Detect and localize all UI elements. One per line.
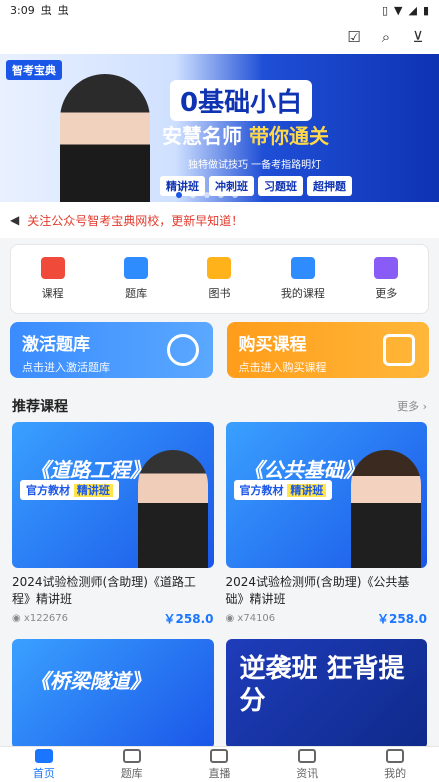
teacher-photo <box>137 450 208 568</box>
notification-icon: 虫 <box>40 4 52 17</box>
speaker-icon: ◀ <box>10 213 20 227</box>
notification-icon: 虫 <box>57 4 69 17</box>
banner-tag: 超押题 <box>307 176 352 196</box>
notice-text: 关注公众号智考宝典网校，更新早知道！ <box>27 213 244 228</box>
carousel-indicator <box>176 192 238 198</box>
open-book-icon <box>383 334 415 366</box>
promo-banner[interactable]: 智考宝典 0基础小白 安慧名师 带你通关 独特做试技巧 一备考指路明灯 精讲班 … <box>0 54 439 202</box>
course-cover: 《公共基础》 官方教材 精讲班 <box>225 422 427 568</box>
tab-question-bank[interactable]: 题库 <box>121 748 143 781</box>
more-icon <box>374 257 399 279</box>
tab-mine[interactable]: 我的 <box>384 748 406 781</box>
book-icon <box>207 257 232 279</box>
brand-logo: 智考宝典 <box>6 60 62 80</box>
question-bank-tab-icon <box>122 748 141 763</box>
course-grid: 《道路工程》 官方教材 精讲班 2024试验检测师(含助理)《道路工程》精讲班 … <box>0 422 439 627</box>
course-icon <box>40 257 65 279</box>
nav-item-book[interactable]: 图书 <box>184 257 254 301</box>
carousel-dot[interactable] <box>190 192 196 198</box>
signal-icon: ◢ <box>408 3 417 17</box>
eye-icon: ◉ <box>12 613 21 624</box>
live-icon <box>210 748 229 763</box>
carousel-dot[interactable] <box>218 192 224 198</box>
notice-bar[interactable]: ◀ 关注公众号智考宝典网校，更新早知道！ <box>0 202 439 238</box>
quick-nav: 课程 题库 图书 我的课程 更多 <box>10 244 429 314</box>
recommend-header: 推荐课程 更多 › <box>0 386 439 422</box>
banner-tagline: 独特做试技巧 一备考指路明灯 <box>188 160 322 171</box>
nav-item-course[interactable]: 课程 <box>18 257 88 301</box>
course-name: 2024试验检测师(含助理)《公共基础》精讲班 <box>225 575 410 606</box>
banner-headline: 0基础小白 <box>170 80 313 121</box>
course-price: ￥258.0 <box>377 612 427 626</box>
eye-icon: ◉ <box>225 613 235 624</box>
teacher-photo <box>351 450 421 568</box>
course-cover[interactable]: 《桥梁隧道》 <box>12 639 214 749</box>
calendar-checkin-icon[interactable]: ☑ <box>345 28 363 46</box>
course-cover[interactable]: 逆袭班 狂背提分 <box>225 639 427 749</box>
buy-course-card[interactable]: 购买课程 点击进入购买课程 <box>226 322 429 378</box>
course-card[interactable]: 《道路工程》 官方教材 精讲班 2024试验检测师(含助理)《道路工程》精讲班 … <box>12 422 214 627</box>
course-grid-row2: 《桥梁隧道》 逆袭班 狂背提分 <box>0 627 439 749</box>
battery-icon: ▮ <box>422 3 429 17</box>
course-name: 2024试验检测师(含助理)《道路工程》精讲班 <box>12 575 196 606</box>
banner-subheadline: 安慧名师 带你通关 <box>162 124 329 148</box>
profile-icon <box>386 748 405 763</box>
chevron-right-icon: › <box>422 400 427 413</box>
nav-item-question-bank[interactable]: 题库 <box>101 257 171 301</box>
course-card[interactable]: 《公共基础》 官方教材 精讲班 2024试验检测师(含助理)《公共基础》精讲班 … <box>225 422 427 627</box>
tab-home[interactable]: 首页 <box>33 748 55 781</box>
wifi-icon: ▼ <box>394 3 403 17</box>
home-icon <box>34 748 53 763</box>
activate-bank-card[interactable]: 激活题库 点击进入激活题库 <box>10 322 213 378</box>
key-icon <box>166 334 199 366</box>
carousel-dot[interactable] <box>204 192 210 198</box>
tab-news[interactable]: 资讯 <box>296 748 318 781</box>
more-link[interactable]: 更多 › <box>397 398 427 414</box>
banner-tag: 习题班 <box>258 176 303 196</box>
status-time: 3:09 <box>10 3 35 17</box>
nav-item-more[interactable]: 更多 <box>351 257 421 301</box>
cart-icon[interactable]: ⊻ <box>409 28 427 46</box>
course-price: ￥258.0 <box>163 612 214 626</box>
tab-live[interactable]: 直播 <box>208 748 230 781</box>
view-count: ◉ x74106 <box>225 613 276 624</box>
view-count: ◉ x122676 <box>12 613 69 624</box>
question-bank-icon <box>124 257 149 279</box>
news-icon <box>298 748 317 763</box>
top-toolbar: ☑ ⌕ ⊻ <box>0 20 439 54</box>
banner-teacher-photo <box>60 74 150 202</box>
carousel-dot[interactable] <box>232 192 238 198</box>
bottom-tabbar: 首页 题库 直播 资讯 我的 <box>0 746 439 782</box>
search-icon[interactable]: ⌕ <box>377 28 395 46</box>
course-cover: 《道路工程》 官方教材 精讲班 <box>12 422 214 568</box>
nav-item-my-course[interactable]: 我的课程 <box>268 257 338 301</box>
vibrate-icon: ▯ <box>381 3 388 17</box>
my-course-icon <box>290 257 315 279</box>
status-bar: 3:09 虫 虫 ▯ ▼ ◢ ▮ <box>0 0 439 20</box>
carousel-dot[interactable] <box>176 192 182 198</box>
section-title: 推荐课程 <box>12 399 68 415</box>
action-cards: 激活题库 点击进入激活题库 购买课程 点击进入购买课程 <box>10 322 429 378</box>
